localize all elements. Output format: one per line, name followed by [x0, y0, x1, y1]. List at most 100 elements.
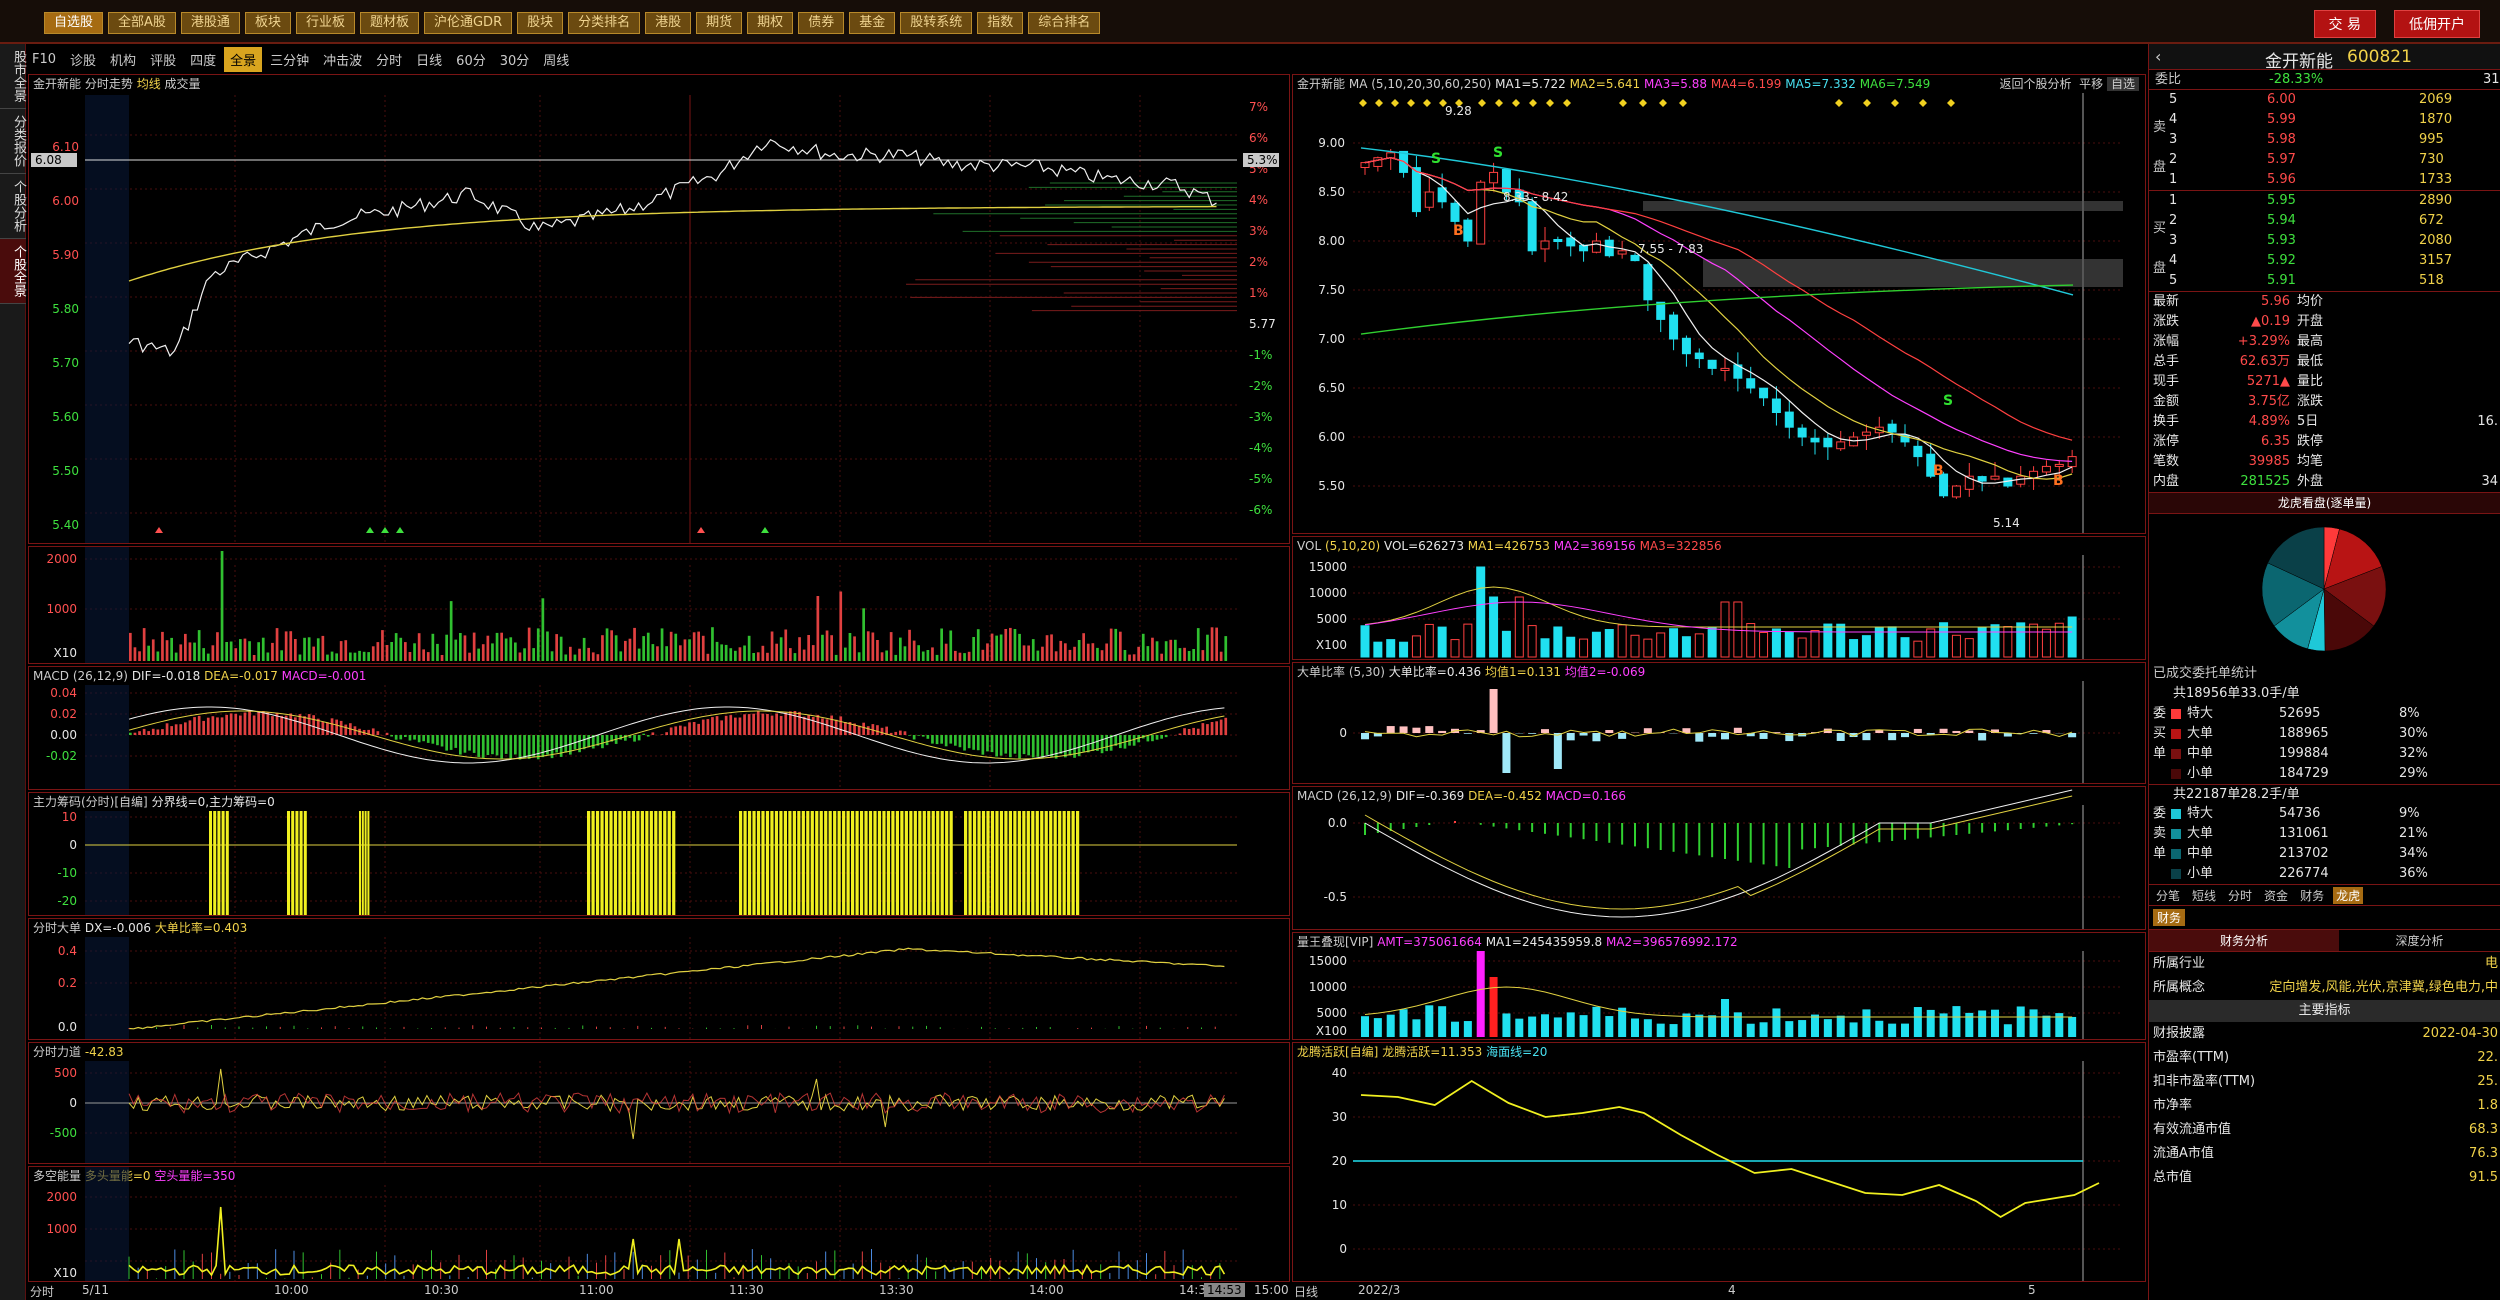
stat-value: 4.89%: [2248, 414, 2290, 429]
menu-item[interactable]: 债券: [798, 12, 845, 34]
open-account-button[interactable]: 低佣开户: [2394, 10, 2480, 38]
finance-tab[interactable]: 财务: [2153, 909, 2186, 926]
view-tab[interactable]: 三分钟: [264, 47, 315, 72]
daily-volume-chart[interactable]: 15000 10000 5000 X100: [1293, 537, 2145, 659]
stat-value: 62.63万: [2239, 354, 2290, 369]
detail-tab[interactable]: 龙虎: [2333, 886, 2364, 904]
big-order-chart[interactable]: 0.4 0.2 0.0: [29, 919, 1289, 1039]
menu-item[interactable]: 股转系统: [900, 12, 973, 34]
bar: [752, 713, 755, 735]
book-row[interactable]: 4 5.99 1870: [2149, 110, 2500, 130]
detail-tab[interactable]: 分笔: [2153, 887, 2183, 904]
daily-macd-chart[interactable]: 0.0 -0.5: [1293, 787, 2145, 929]
daily-big-ratio-panel: 大单比率 (5,30) 大单比率=0.436 均值1=0.131 均值2=-0.…: [1292, 662, 2146, 784]
view-tab[interactable]: 评股: [144, 47, 182, 72]
book-row[interactable]: 1 5.95 2890: [2149, 191, 2500, 211]
menu-item[interactable]: 股块: [517, 12, 564, 34]
book-row[interactable]: 4 5.92 3157: [2149, 251, 2500, 271]
daily-active-chart[interactable]: 40 30 20 10 0: [1293, 1043, 2145, 1281]
chip-bar: [295, 811, 299, 915]
menu-item[interactable]: 综合排名: [1028, 12, 1101, 34]
book-row[interactable]: 2 5.94 672: [2149, 211, 2500, 231]
chip-bar: [931, 811, 935, 915]
intraday-chart[interactable]: 6.106.005.905.805.705.605.505.407%6%5%4%…: [29, 75, 1289, 543]
book-row[interactable]: 5 5.91 518: [2149, 271, 2500, 291]
trade-stat-row: 委 特大 52695 8%: [2149, 704, 2500, 724]
low-annotation: 5.14: [1993, 516, 2020, 530]
amount-bar: [2068, 1016, 2077, 1037]
candle: [1411, 167, 1421, 213]
menu-item[interactable]: 题材板: [359, 12, 419, 34]
bar: [394, 735, 398, 740]
menu-item[interactable]: 期权: [747, 12, 794, 34]
view-tab[interactable]: 60分: [450, 47, 492, 72]
menu-item[interactable]: 期货: [696, 12, 743, 34]
view-tab[interactable]: 分时: [370, 47, 408, 72]
menu-item[interactable]: 分类排名: [568, 12, 641, 34]
book-row[interactable]: 2 5.97 730: [2149, 150, 2500, 170]
bar: [669, 631, 673, 661]
daily-big-ratio-chart[interactable]: 0: [1293, 663, 2145, 783]
intraday-period-select[interactable]: 分时: [30, 1283, 54, 1300]
side-tab-category[interactable]: 分类报价: [0, 109, 26, 174]
bar: [1155, 735, 1159, 740]
view-tab[interactable]: 机构: [104, 47, 142, 72]
vol-bar: [1437, 626, 1447, 658]
detail-tab[interactable]: 分时: [2225, 887, 2255, 904]
detail-tab[interactable]: 资金: [2261, 887, 2291, 904]
view-tab[interactable]: 周线: [537, 47, 575, 72]
force-chart[interactable]: 500 0 -500: [29, 1043, 1289, 1163]
main-chips-chart[interactable]: 10 0 -10 -20: [29, 793, 1289, 915]
bar: [1192, 727, 1195, 735]
view-tab[interactable]: 四度: [184, 47, 222, 72]
side-tab-stock-overview[interactable]: 个股全景: [0, 239, 26, 304]
bar: [912, 735, 916, 740]
sell-label: 卖: [2153, 120, 2167, 135]
trade-button[interactable]: 交 易: [2313, 10, 2376, 38]
view-tab[interactable]: F10: [26, 49, 62, 70]
menu-item[interactable]: 行业板: [295, 12, 355, 34]
chip-bar: [783, 811, 787, 915]
chip-bar: [361, 811, 364, 915]
amount-bar: [1425, 1005, 1434, 1037]
candle: [1746, 378, 1756, 389]
book-row[interactable]: 3 5.98 995: [2149, 130, 2500, 150]
view-tab[interactable]: 诊股: [64, 47, 102, 72]
long-short-chart[interactable]: 2000 1000 X10: [29, 1167, 1289, 1281]
chip-bar: [367, 811, 370, 915]
depth-analysis-tab[interactable]: 深度分析: [2339, 930, 2500, 951]
price-tick: 5.40: [52, 518, 79, 532]
menu-item[interactable]: 全部A股: [108, 12, 176, 34]
intraday-macd-chart[interactable]: 0.04 0.02 0.00 -0.02: [29, 667, 1289, 789]
menu-item[interactable]: 指数: [977, 12, 1024, 34]
finance-analysis-tab[interactable]: 财务分析: [2149, 930, 2339, 951]
book-price: 6.00: [2267, 92, 2296, 107]
view-tab[interactable]: 日线: [410, 47, 448, 72]
stat-label: 最新: [2153, 294, 2180, 309]
menu-item[interactable]: 港股通: [180, 12, 240, 34]
menu-item[interactable]: 沪伦通GDR: [423, 12, 513, 34]
chip-bar: [299, 811, 303, 915]
bar: [743, 714, 746, 735]
order-pct: 9%: [2399, 806, 2420, 821]
side-tab-stock-analysis[interactable]: 个股分析: [0, 174, 26, 239]
menu-item[interactable]: 自选股: [44, 12, 104, 34]
daily-amount-chart[interactable]: 15000 10000 5000 X100: [1293, 933, 2145, 1039]
back-icon[interactable]: ‹: [2155, 47, 2161, 66]
view-tab[interactable]: 全景: [224, 46, 263, 72]
side-tab-market[interactable]: 股市全景: [0, 44, 26, 109]
book-row[interactable]: 1 5.96 1733: [2149, 170, 2500, 190]
menu-item[interactable]: 基金: [849, 12, 896, 34]
menu-item[interactable]: 港股: [645, 12, 692, 34]
book-row[interactable]: 5 6.00 2069: [2149, 90, 2500, 110]
daily-period-select[interactable]: 日线: [1294, 1283, 1318, 1300]
book-row[interactable]: 3 5.93 2080: [2149, 231, 2500, 251]
intraday-volume-chart[interactable]: 2000 1000 X10: [29, 547, 1289, 663]
view-tab[interactable]: 30分: [494, 47, 536, 72]
detail-tab[interactable]: 财务: [2297, 887, 2327, 904]
view-tab[interactable]: 冲击波: [317, 47, 368, 72]
daily-kline-chart[interactable]: 9.00 8.50 8.00 7.50 7.00 6.50 6.00 5.50 9.28 8.33…: [1293, 75, 2145, 533]
bar: [1183, 647, 1186, 661]
detail-tab[interactable]: 短线: [2189, 887, 2219, 904]
menu-item[interactable]: 板块: [244, 12, 291, 34]
